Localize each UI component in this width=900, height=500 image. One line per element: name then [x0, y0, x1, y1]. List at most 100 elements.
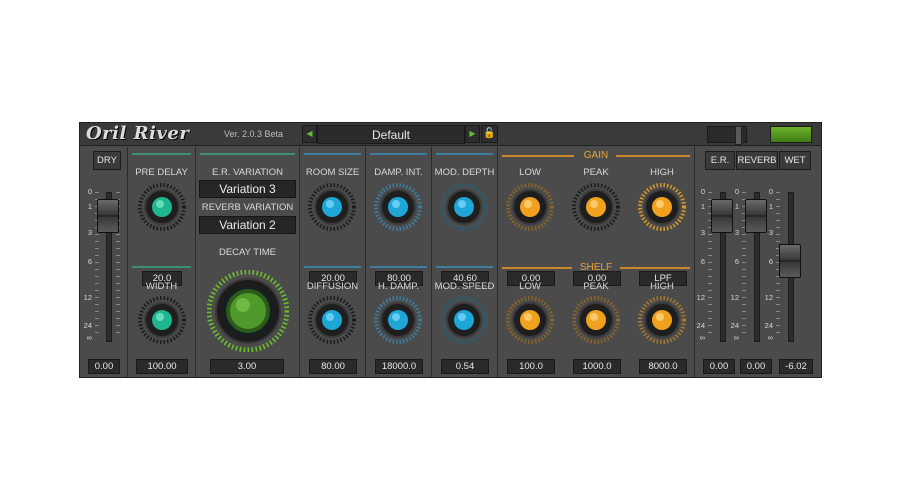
section-line — [132, 153, 191, 155]
mod-section: MOD. DEPTH 40.60 MOD. SPEED 0.54 — [432, 147, 498, 377]
scale-inf: ∞ — [767, 333, 773, 342]
scale-3: 3 — [700, 228, 705, 237]
scale-6: 6 — [734, 257, 739, 266]
reverb-button[interactable]: REVERB — [736, 151, 778, 170]
gain-peak-knob[interactable] — [572, 183, 620, 236]
lock-icon: 🔓 — [483, 128, 496, 139]
diffusion-value[interactable]: 80.00 — [309, 359, 357, 374]
mini-fader[interactable] — [707, 126, 747, 145]
section-line — [370, 153, 427, 155]
width-label: WIDTH — [145, 281, 178, 292]
reverb-variation-label: REVERB VARIATION — [201, 202, 294, 213]
mod-speed-value[interactable]: 0.54 — [441, 359, 489, 374]
decay-value[interactable]: 3.00 — [210, 359, 284, 374]
diffusion-knob[interactable] — [308, 296, 356, 349]
scale-0: 0 — [700, 187, 705, 196]
section-line — [370, 266, 427, 268]
shelf-peak-value[interactable]: 1000.0 — [573, 359, 621, 374]
gain-low-knob[interactable] — [506, 183, 554, 236]
eq-section: GAIN LOW PEAK HIGH 0.00 0.00 LPF SHELF L… — [498, 147, 695, 377]
shelf-peak-knob[interactable] — [572, 296, 620, 349]
scale-12: 12 — [83, 293, 92, 302]
section-line — [304, 266, 361, 268]
section-line — [304, 153, 361, 155]
scale-12: 12 — [764, 293, 773, 302]
shelf-high-value[interactable]: 8000.0 — [639, 359, 687, 374]
er-variation-select[interactable]: Variation 3 — [199, 180, 296, 198]
dry-section: DRY 0 1 3 6 12 24 ∞ 0.00 — [80, 147, 128, 377]
mini-fader-handle[interactable] — [735, 126, 742, 145]
width-knob[interactable] — [138, 296, 186, 349]
scale-0: 0 — [734, 187, 739, 196]
scale-3: 3 — [734, 228, 739, 237]
damp-section: DAMP. INT. 80.00 H. DAMP. 18000.0 — [366, 147, 432, 377]
shelf-low-value[interactable]: 100.0 — [507, 359, 555, 374]
er-button[interactable]: E.R. — [705, 151, 735, 170]
variation-decay-section: E.R. VARIATION Variation 3 REVERB VARIAT… — [196, 147, 300, 377]
er-variation-label: E.R. VARIATION — [212, 167, 283, 178]
scale-24: 24 — [696, 321, 705, 330]
gain-high-knob[interactable] — [638, 183, 686, 236]
gain-high-label: HIGH — [650, 167, 674, 178]
reverb-value[interactable]: 0.00 — [740, 359, 772, 374]
section-line — [132, 266, 191, 268]
preset-selector[interactable]: Default — [317, 125, 465, 144]
shelf-line-right — [620, 267, 690, 269]
predelay-label: PRE DELAY — [135, 167, 188, 178]
scale-12: 12 — [730, 293, 739, 302]
wet-fader-handle[interactable] — [779, 244, 801, 278]
scale-inf: ∞ — [699, 333, 705, 342]
shelf-low-knob[interactable] — [506, 296, 554, 349]
h-damp-value[interactable]: 18000.0 — [375, 359, 423, 374]
room-diffusion-section: ROOM SIZE 20.00 DIFFUSION 80.00 — [300, 147, 366, 377]
output-section: E.R. REVERB WET 0 1 3 6 12 24 ∞ 0 1 3 6 … — [695, 147, 821, 377]
preset-name: Default — [371, 128, 411, 142]
scale-24: 24 — [730, 321, 739, 330]
h-damp-label: H. DAMP. — [377, 281, 419, 292]
shelf-low-label: LOW — [519, 281, 541, 292]
shelf-high-label: HIGH — [650, 281, 674, 292]
version-label: Ver. 2.0.3 Beta — [224, 129, 284, 139]
scale-6: 6 — [700, 257, 705, 266]
triangle-right-icon: ▶ — [469, 129, 476, 138]
dry-button[interactable]: DRY — [93, 151, 121, 170]
dry-value[interactable]: 0.00 — [88, 359, 120, 374]
decay-knob[interactable] — [206, 269, 290, 357]
room-size-label: ROOM SIZE — [305, 167, 360, 178]
reverb-variation-select[interactable]: Variation 2 — [199, 216, 296, 234]
gain-line-right — [616, 155, 690, 157]
wet-button[interactable]: WET — [779, 151, 811, 170]
logo: Oril River — [86, 123, 190, 144]
mod-depth-label: MOD. DEPTH — [434, 167, 495, 178]
scale-24: 24 — [83, 321, 92, 330]
shelf-peak-label: PEAK — [583, 281, 609, 292]
triangle-left-icon: ◀ — [306, 129, 313, 138]
mod-speed-knob[interactable] — [440, 296, 488, 349]
wet-value[interactable]: -6.02 — [779, 359, 813, 374]
scale-0: 0 — [87, 187, 92, 196]
damp-int-knob[interactable] — [374, 183, 422, 236]
preset-lock-button[interactable]: 🔓 — [481, 125, 498, 143]
diffusion-label: DIFFUSION — [306, 281, 359, 292]
scale-12: 12 — [696, 293, 705, 302]
decay-label: DECAY TIME — [218, 247, 276, 258]
predelay-width-section: PRE DELAY 20.0 WIDTH 100.00 — [128, 147, 196, 377]
mod-depth-knob[interactable] — [440, 183, 488, 236]
damp-int-label: DAMP. INT. — [374, 167, 423, 178]
er-value[interactable]: 0.00 — [703, 359, 735, 374]
gain-peak-label: PEAK — [583, 167, 609, 178]
preset-next-button[interactable]: ▶ — [465, 125, 480, 143]
predelay-knob[interactable] — [138, 183, 186, 236]
scale-0: 0 — [768, 187, 773, 196]
preset-prev-button[interactable]: ◀ — [302, 125, 317, 143]
scale-inf: ∞ — [86, 333, 92, 342]
dry-fader-handle[interactable] — [97, 199, 119, 233]
width-value[interactable]: 100.00 — [136, 359, 188, 374]
power-indicator[interactable] — [770, 126, 812, 143]
h-damp-knob[interactable] — [374, 296, 422, 349]
scale-1: 1 — [87, 202, 92, 211]
scale-6: 6 — [768, 257, 773, 266]
scale-3: 3 — [768, 228, 773, 237]
room-size-knob[interactable] — [308, 183, 356, 236]
shelf-high-knob[interactable] — [638, 296, 686, 349]
